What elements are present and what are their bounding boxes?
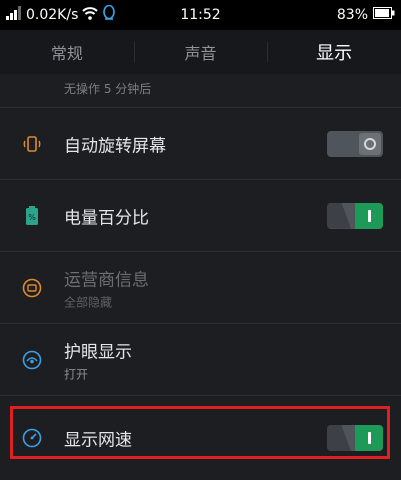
battery-percent-toggle[interactable] [327, 202, 383, 229]
settings-list: 无操作 5 分钟后 自动旋转屏幕 % 电量百分比 运营商信息 全部隐藏 护眼显示… [0, 74, 401, 480]
setting-eye-protection[interactable]: 护眼显示 打开 [0, 324, 401, 396]
tab-display[interactable]: 显示 [267, 30, 401, 74]
status-bar: 0.02K/s 11:52 83% [0, 0, 401, 30]
signal-icon [6, 6, 22, 24]
status-left: 0.02K/s [6, 4, 116, 25]
eye-protection-subtitle: 打开 [64, 367, 89, 381]
svg-text:%: % [28, 213, 36, 222]
rotate-phone-icon [20, 132, 44, 156]
battery-percent-text: 83% [336, 7, 368, 23]
carrier-message-icon [20, 276, 44, 300]
auto-rotate-toggle[interactable] [327, 130, 383, 157]
network-speed-text: 0.02K/s [26, 7, 79, 23]
screen-timeout-subtitle: 无操作 5 分钟后 [64, 82, 152, 96]
setting-battery-percent[interactable]: % 电量百分比 [0, 180, 401, 252]
tab-sound[interactable]: 声音 [133, 30, 268, 74]
setting-network-speed[interactable]: 显示网速 [0, 396, 401, 480]
speedometer-icon [20, 426, 44, 450]
setting-auto-rotate[interactable]: 自动旋转屏幕 [0, 108, 401, 180]
toggle-knob [359, 132, 381, 155]
toggle-knob [355, 425, 383, 451]
eye-protection-icon [20, 348, 44, 372]
network-speed-label: 显示网速 [64, 430, 132, 451]
battery-percent-label: 电量百分比 [64, 208, 149, 228]
setting-screen-timeout[interactable]: 无操作 5 分钟后 [0, 74, 401, 108]
wifi-icon [82, 6, 99, 24]
carrier-info-subtitle: 全部隐藏 [64, 295, 113, 309]
carrier-info-label: 运营商信息 [64, 270, 149, 290]
tab-general[interactable]: 常规 [0, 30, 134, 74]
toggle-knob [355, 202, 383, 229]
network-speed-toggle[interactable] [327, 425, 383, 451]
qq-icon [102, 4, 116, 25]
setting-carrier-info[interactable]: 运营商信息 全部隐藏 [0, 252, 401, 324]
battery-percent-icon: % [20, 204, 44, 228]
eye-protection-label: 护眼显示 [64, 342, 132, 362]
settings-tabs: 常规 声音 显示 [0, 30, 401, 74]
battery-icon [373, 7, 395, 23]
status-right: 83% [337, 7, 395, 23]
auto-rotate-label: 自动旋转屏幕 [64, 136, 166, 156]
